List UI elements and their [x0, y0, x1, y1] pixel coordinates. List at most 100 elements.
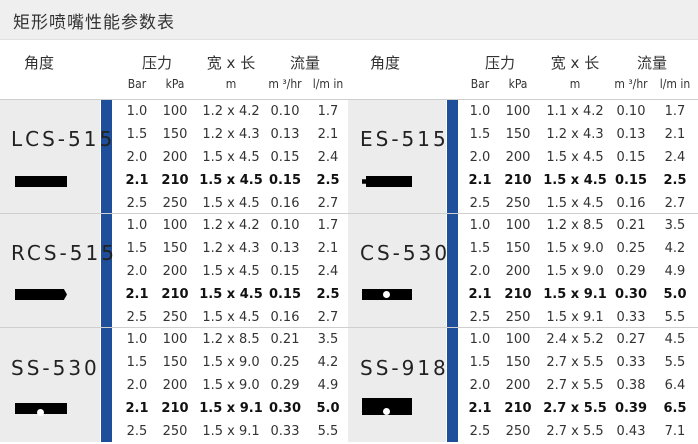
model-name: RCS-515: [11, 241, 117, 265]
cell-lmin: 4.2: [664, 241, 686, 256]
cell-m3hr: 0.13: [270, 127, 300, 142]
cell-size: 1.5 x 4.5: [202, 310, 260, 325]
cell-bar: 2.1: [468, 173, 492, 188]
cell-lmin: 2.7: [317, 310, 339, 325]
cell-size: 1.5 x 4.5: [546, 196, 604, 211]
cell-bar: 2.0: [469, 264, 491, 279]
header-size-right: 宽 x 长: [550, 54, 600, 72]
cell-kpa: 200: [505, 378, 531, 393]
header-lmin-right: l/m in: [659, 77, 691, 91]
cell-size: 1.1 x 4.2: [546, 104, 604, 119]
cell-lmin: 3.5: [664, 218, 686, 233]
cell-kpa: 200: [505, 264, 531, 279]
cell-lmin: 2.5: [663, 173, 687, 188]
nozzle-hole-icon: [383, 291, 390, 298]
cell-kpa: 250: [505, 310, 531, 325]
cell-kpa: 100: [505, 218, 531, 233]
nozzle-hole-icon: [383, 408, 390, 415]
cell-m3hr: 0.25: [270, 355, 300, 370]
cell-lmin: 2.7: [664, 196, 686, 211]
cell-kpa: 200: [162, 378, 188, 393]
cell-m3hr: 0.21: [270, 332, 300, 347]
cell-kpa: 250: [162, 310, 188, 325]
cell-size: 1.5 x 9.0: [202, 378, 260, 393]
header-m3hr-right: m ³/hr: [614, 77, 648, 91]
cell-bar: 1.0: [469, 104, 491, 119]
model-name: SS-530: [11, 356, 100, 380]
header-m3hr-left: m ³/hr: [268, 77, 302, 91]
cell-bar: 1.5: [469, 355, 491, 370]
group-label-bg: [0, 214, 100, 327]
header-angle-right: 角度: [369, 54, 400, 72]
cell-lmin: 2.1: [664, 127, 686, 142]
header-m-right: m: [569, 77, 581, 91]
cell-size: 1.5 x 9.0: [546, 241, 604, 256]
cell-bar: 2.1: [468, 401, 492, 416]
nozzle-shape-icon: [15, 289, 67, 300]
cell-bar: 2.1: [125, 401, 149, 416]
cell-size: 1.2 x 8.5: [202, 332, 260, 347]
cell-kpa: 150: [162, 241, 188, 256]
cell-m3hr: 0.30: [614, 287, 648, 302]
cell-bar: 2.0: [126, 378, 148, 393]
cell-bar: 2.5: [126, 196, 148, 211]
accent-bar: [447, 100, 458, 442]
cell-lmin: 4.9: [664, 264, 686, 279]
cell-m3hr: 0.16: [616, 196, 646, 211]
cell-kpa: 200: [505, 150, 531, 165]
cell-kpa: 210: [161, 173, 189, 188]
cell-lmin: 2.5: [316, 173, 340, 188]
cell-m3hr: 0.15: [614, 173, 648, 188]
cell-m3hr: 0.16: [270, 310, 300, 325]
cell-m3hr: 0.10: [270, 104, 300, 119]
cell-kpa: 100: [162, 332, 188, 347]
header-flow-left: 流量: [289, 54, 320, 72]
cell-bar: 2.0: [469, 378, 491, 393]
cell-kpa: 150: [505, 241, 531, 256]
header-bar-left: Bar: [127, 77, 147, 91]
header-size-left: 宽 x 长: [206, 54, 256, 72]
cell-m3hr: 0.16: [270, 196, 300, 211]
cell-size: 1.5 x 4.5: [546, 150, 604, 165]
cell-m3hr: 0.13: [270, 241, 300, 256]
cell-bar: 1.0: [469, 332, 491, 347]
cell-lmin: 2.4: [317, 150, 339, 165]
cell-lmin: 2.4: [664, 150, 686, 165]
cell-kpa: 100: [505, 332, 531, 347]
cell-kpa: 210: [504, 401, 532, 416]
nozzle-shape-icon: [362, 176, 412, 187]
cell-kpa: 250: [162, 196, 188, 211]
cell-size: 1.5 x 9.1: [202, 424, 260, 439]
cell-m3hr: 0.25: [616, 241, 646, 256]
cell-m3hr: 0.33: [616, 310, 646, 325]
cell-kpa: 150: [162, 127, 188, 142]
cell-bar: 1.5: [469, 127, 491, 142]
cell-lmin: 2.1: [317, 241, 339, 256]
cell-m3hr: 0.15: [616, 150, 646, 165]
cell-m3hr: 0.15: [270, 264, 300, 279]
cell-bar: 1.0: [126, 218, 148, 233]
cell-kpa: 100: [162, 104, 188, 119]
model-name: SS-918: [360, 356, 449, 380]
cell-m3hr: 0.10: [270, 218, 300, 233]
nozzle-shape-icon: [362, 398, 412, 415]
group-label-bg: [348, 100, 446, 213]
cell-m3hr: 0.33: [616, 355, 646, 370]
cell-size: 1.2 x 8.5: [546, 218, 604, 233]
cell-bar: 1.5: [126, 127, 148, 142]
header-lmin-left: l/m in: [312, 77, 344, 91]
cell-kpa: 210: [161, 401, 189, 416]
cell-size: 1.5 x 4.5: [202, 264, 260, 279]
cell-bar: 1.0: [126, 332, 148, 347]
cell-kpa: 150: [162, 355, 188, 370]
accent-bar: [101, 100, 112, 442]
header-flow-right: 流量: [636, 54, 667, 72]
cell-m3hr: 0.39: [614, 401, 648, 416]
cell-size: 2.7 x 5.5: [543, 401, 607, 416]
cell-m3hr: 0.43: [616, 424, 646, 439]
cell-lmin: 3.5: [317, 332, 339, 347]
cell-bar: 1.5: [469, 241, 491, 256]
cell-bar: 2.0: [469, 150, 491, 165]
cell-size: 2.7 x 5.5: [546, 378, 604, 393]
cell-lmin: 4.5: [664, 332, 686, 347]
